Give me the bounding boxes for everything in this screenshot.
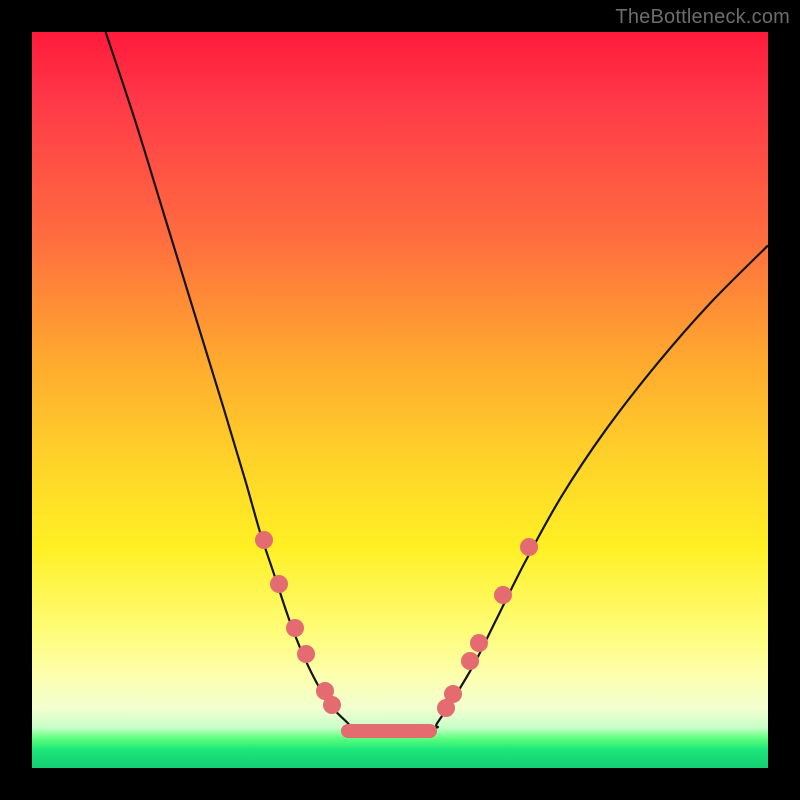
trough-marker-bar [341,724,437,738]
bottleneck-curve [32,32,768,768]
plot-area [32,32,768,768]
watermark-text: TheBottleneck.com [615,6,790,29]
curve-marker-dot [494,586,512,604]
curve-marker-dot [323,696,341,714]
chart-frame: TheBottleneck.com [0,0,800,800]
curve-marker-dot [286,619,304,637]
curve-marker-dot [270,575,288,593]
curve-marker-dot [470,634,488,652]
curve-path [106,32,768,731]
curve-marker-dot [297,645,315,663]
curve-marker-dot [255,531,273,549]
curve-marker-dot [461,652,479,670]
curve-marker-dot [520,538,538,556]
curve-marker-dot [444,685,462,703]
